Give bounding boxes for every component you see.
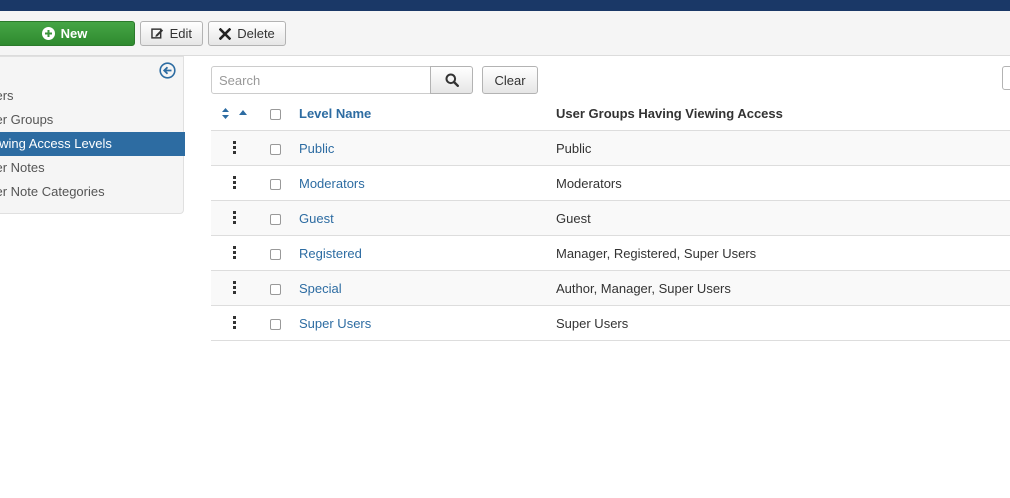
row-checkbox[interactable] (270, 284, 281, 295)
row-checkbox[interactable] (270, 144, 281, 155)
level-name-link[interactable]: Guest (299, 211, 334, 226)
row-checkbox[interactable] (270, 319, 281, 330)
caret-up-icon (239, 109, 247, 115)
table-row: Registered Manager, Registered, Super Us… (211, 236, 1010, 271)
level-name-link[interactable]: Registered (299, 246, 362, 261)
edit-icon (151, 28, 164, 39)
table-row: Guest Guest (211, 201, 1010, 236)
groups-header: User Groups Having Viewing Access (556, 96, 783, 130)
sidebar-item-users[interactable]: sers (0, 84, 185, 108)
delete-button-label: Delete (237, 26, 275, 41)
sidebar-item-label: ser Notes (0, 160, 45, 175)
sidebar-item-label: ser Note Categories (0, 184, 105, 199)
sidebar-item-label: iewing Access Levels (0, 136, 112, 151)
select-all-checkbox[interactable] (270, 109, 281, 120)
groups-text: Moderators (556, 175, 622, 191)
groups-text: Super Users (556, 315, 629, 331)
delete-button[interactable]: Delete (208, 21, 286, 46)
edit-button-label: Edit (169, 26, 192, 41)
table-row: Public Public (211, 131, 1010, 166)
groups-text: Guest (556, 210, 591, 226)
sidebar: sers ser Groups iewing Access Levels ser… (0, 56, 185, 214)
drag-handle-icon[interactable] (233, 140, 236, 154)
sidebar-item-viewing-access-levels[interactable]: iewing Access Levels (0, 132, 185, 156)
groups-text: Public (556, 140, 592, 156)
sidebar-item-user-groups[interactable]: ser Groups (0, 108, 185, 132)
access-levels-table: Level Name User Groups Having Viewing Ac… (211, 96, 1010, 341)
level-name-link[interactable]: Super Users (299, 316, 371, 331)
drag-handle-icon[interactable] (233, 210, 236, 224)
sidebar-item-label: sers (0, 88, 14, 103)
groups-header-label: User Groups Having Viewing Access (556, 105, 783, 121)
search-button[interactable] (430, 66, 473, 94)
row-checkbox[interactable] (270, 179, 281, 190)
table-row: Super Users Super Users (211, 306, 1010, 341)
table-header: Level Name User Groups Having Viewing Ac… (211, 96, 1010, 131)
list-options-button[interactable] (1002, 66, 1010, 90)
table-row: Moderators Moderators (211, 166, 1010, 201)
new-button[interactable]: New (0, 21, 135, 46)
search-input[interactable] (211, 66, 431, 94)
collapse-sidebar-icon[interactable] (159, 62, 176, 79)
toolbar: New Edit Delete (0, 11, 1010, 56)
drag-handle-icon[interactable] (233, 315, 236, 329)
plus-circle-icon (41, 27, 55, 40)
groups-text: Author, Manager, Super Users (556, 280, 731, 296)
clear-button[interactable]: Clear (482, 66, 538, 94)
level-name-link[interactable]: Public (299, 141, 334, 156)
sidebar-item-user-note-categories[interactable]: ser Note Categories (0, 180, 185, 204)
level-name-header[interactable]: Level Name (299, 96, 371, 130)
groups-text: Manager, Registered, Super Users (556, 245, 757, 261)
row-checkbox[interactable] (270, 249, 281, 260)
search-icon (445, 73, 459, 87)
level-name-header-label[interactable]: Level Name (299, 106, 371, 121)
admin-top-bar (0, 0, 1010, 11)
level-name-link[interactable]: Moderators (299, 176, 365, 191)
new-button-label: New (60, 26, 88, 41)
close-icon (219, 27, 232, 40)
drag-handle-icon[interactable] (233, 280, 236, 294)
select-all-cell (270, 96, 286, 130)
table-row: Special Author, Manager, Super Users (211, 271, 1010, 306)
ordering-header[interactable] (221, 96, 251, 130)
sidebar-item-label: ser Groups (0, 112, 54, 127)
sidebar-item-user-notes[interactable]: ser Notes (0, 156, 185, 180)
sort-icon (222, 107, 229, 119)
drag-handle-icon[interactable] (233, 245, 236, 259)
row-checkbox[interactable] (270, 214, 281, 225)
edit-button[interactable]: Edit (140, 21, 203, 46)
level-name-link[interactable]: Special (299, 281, 342, 296)
drag-handle-icon[interactable] (233, 175, 236, 189)
